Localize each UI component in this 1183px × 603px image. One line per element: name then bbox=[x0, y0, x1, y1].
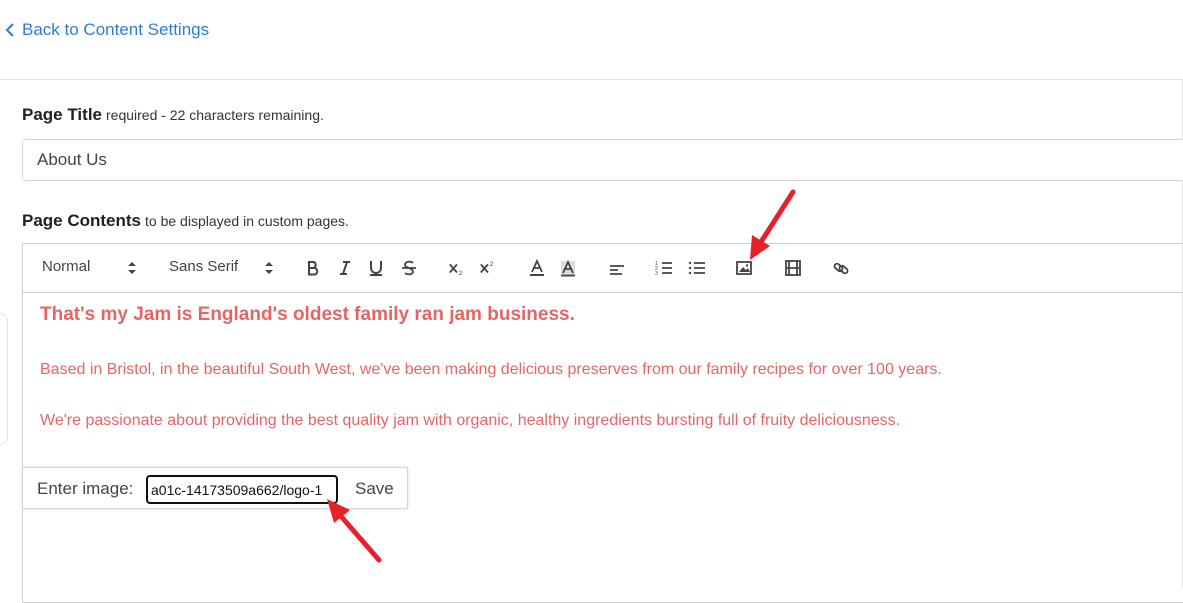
bold-icon bbox=[308, 261, 319, 276]
text-color-button[interactable] bbox=[528, 256, 546, 280]
link-button[interactable] bbox=[832, 256, 850, 280]
page-title-input[interactable] bbox=[22, 139, 1183, 181]
page-title-hint: required - 22 characters remaining. bbox=[106, 107, 324, 123]
page-title-label: Page Title required - 22 characters remai… bbox=[22, 105, 324, 124]
link-icon bbox=[833, 262, 849, 275]
image-button[interactable] bbox=[735, 256, 753, 280]
rich-text-editor[interactable]: Normal Sans Serif 2 2 1 2 3 That's my Ja… bbox=[22, 243, 1183, 603]
back-link-label: Back to Content Settings bbox=[22, 20, 210, 39]
subscript-button[interactable]: 2 bbox=[447, 256, 467, 280]
updown-icon bbox=[128, 262, 136, 274]
ordered-list-icon: 123 bbox=[655, 261, 672, 277]
background-color-button[interactable] bbox=[559, 256, 577, 280]
strike-button[interactable] bbox=[400, 256, 418, 280]
bullet-list-icon bbox=[688, 261, 705, 275]
chevron-left-icon bbox=[5, 23, 14, 37]
align-icon bbox=[610, 265, 624, 275]
updown-icon bbox=[265, 262, 273, 274]
top-bar: Back to Content Settings bbox=[0, 0, 1183, 80]
page-contents-hint: to be displayed in custom pages. bbox=[145, 213, 349, 229]
ordered-list-button[interactable]: 123 bbox=[655, 256, 673, 280]
superscript-icon: 2 bbox=[480, 261, 494, 274]
underline-button[interactable] bbox=[367, 256, 385, 280]
editor-toolbar: Normal Sans Serif 2 2 1 2 3 bbox=[23, 244, 1183, 293]
background-color-icon bbox=[561, 259, 575, 277]
text-color-icon bbox=[530, 259, 544, 276]
italic-icon bbox=[340, 261, 350, 275]
align-button[interactable] bbox=[608, 256, 626, 280]
video-icon bbox=[785, 260, 801, 276]
content-paragraph: We're passionate about providing the bes… bbox=[40, 412, 901, 429]
content-paragraph: Based in Bristol, in the beautiful South… bbox=[40, 361, 942, 378]
superscript-button[interactable]: 2 bbox=[478, 256, 498, 280]
svg-text:2: 2 bbox=[459, 270, 463, 277]
svg-text:3: 3 bbox=[655, 271, 658, 277]
italic-button[interactable] bbox=[336, 256, 354, 280]
editor-content[interactable]: That's my Jam is England's oldest family… bbox=[40, 304, 1181, 429]
header-select[interactable]: Normal bbox=[42, 258, 138, 275]
image-url-input[interactable] bbox=[146, 475, 338, 504]
image-icon bbox=[736, 261, 752, 275]
side-panel-edge bbox=[0, 313, 8, 445]
content-heading: That's my Jam is England's oldest family… bbox=[40, 304, 575, 325]
back-link[interactable]: Back to Content Settings bbox=[5, 20, 209, 40]
underline-icon bbox=[370, 261, 382, 276]
page-contents-label: Page Contents to be displayed in custom p… bbox=[22, 211, 349, 230]
subscript-icon: 2 bbox=[449, 263, 463, 277]
image-url-label: Enter image: bbox=[37, 479, 134, 498]
svg-text:2: 2 bbox=[490, 261, 494, 268]
font-select[interactable]: Sans Serif bbox=[169, 258, 275, 275]
bullet-list-button[interactable] bbox=[688, 256, 706, 280]
strike-icon bbox=[402, 260, 416, 276]
bold-button[interactable] bbox=[304, 256, 322, 280]
save-button[interactable]: Save bbox=[355, 479, 394, 499]
image-url-tooltip: Enter image: Save bbox=[22, 467, 408, 509]
video-button[interactable] bbox=[784, 256, 802, 280]
